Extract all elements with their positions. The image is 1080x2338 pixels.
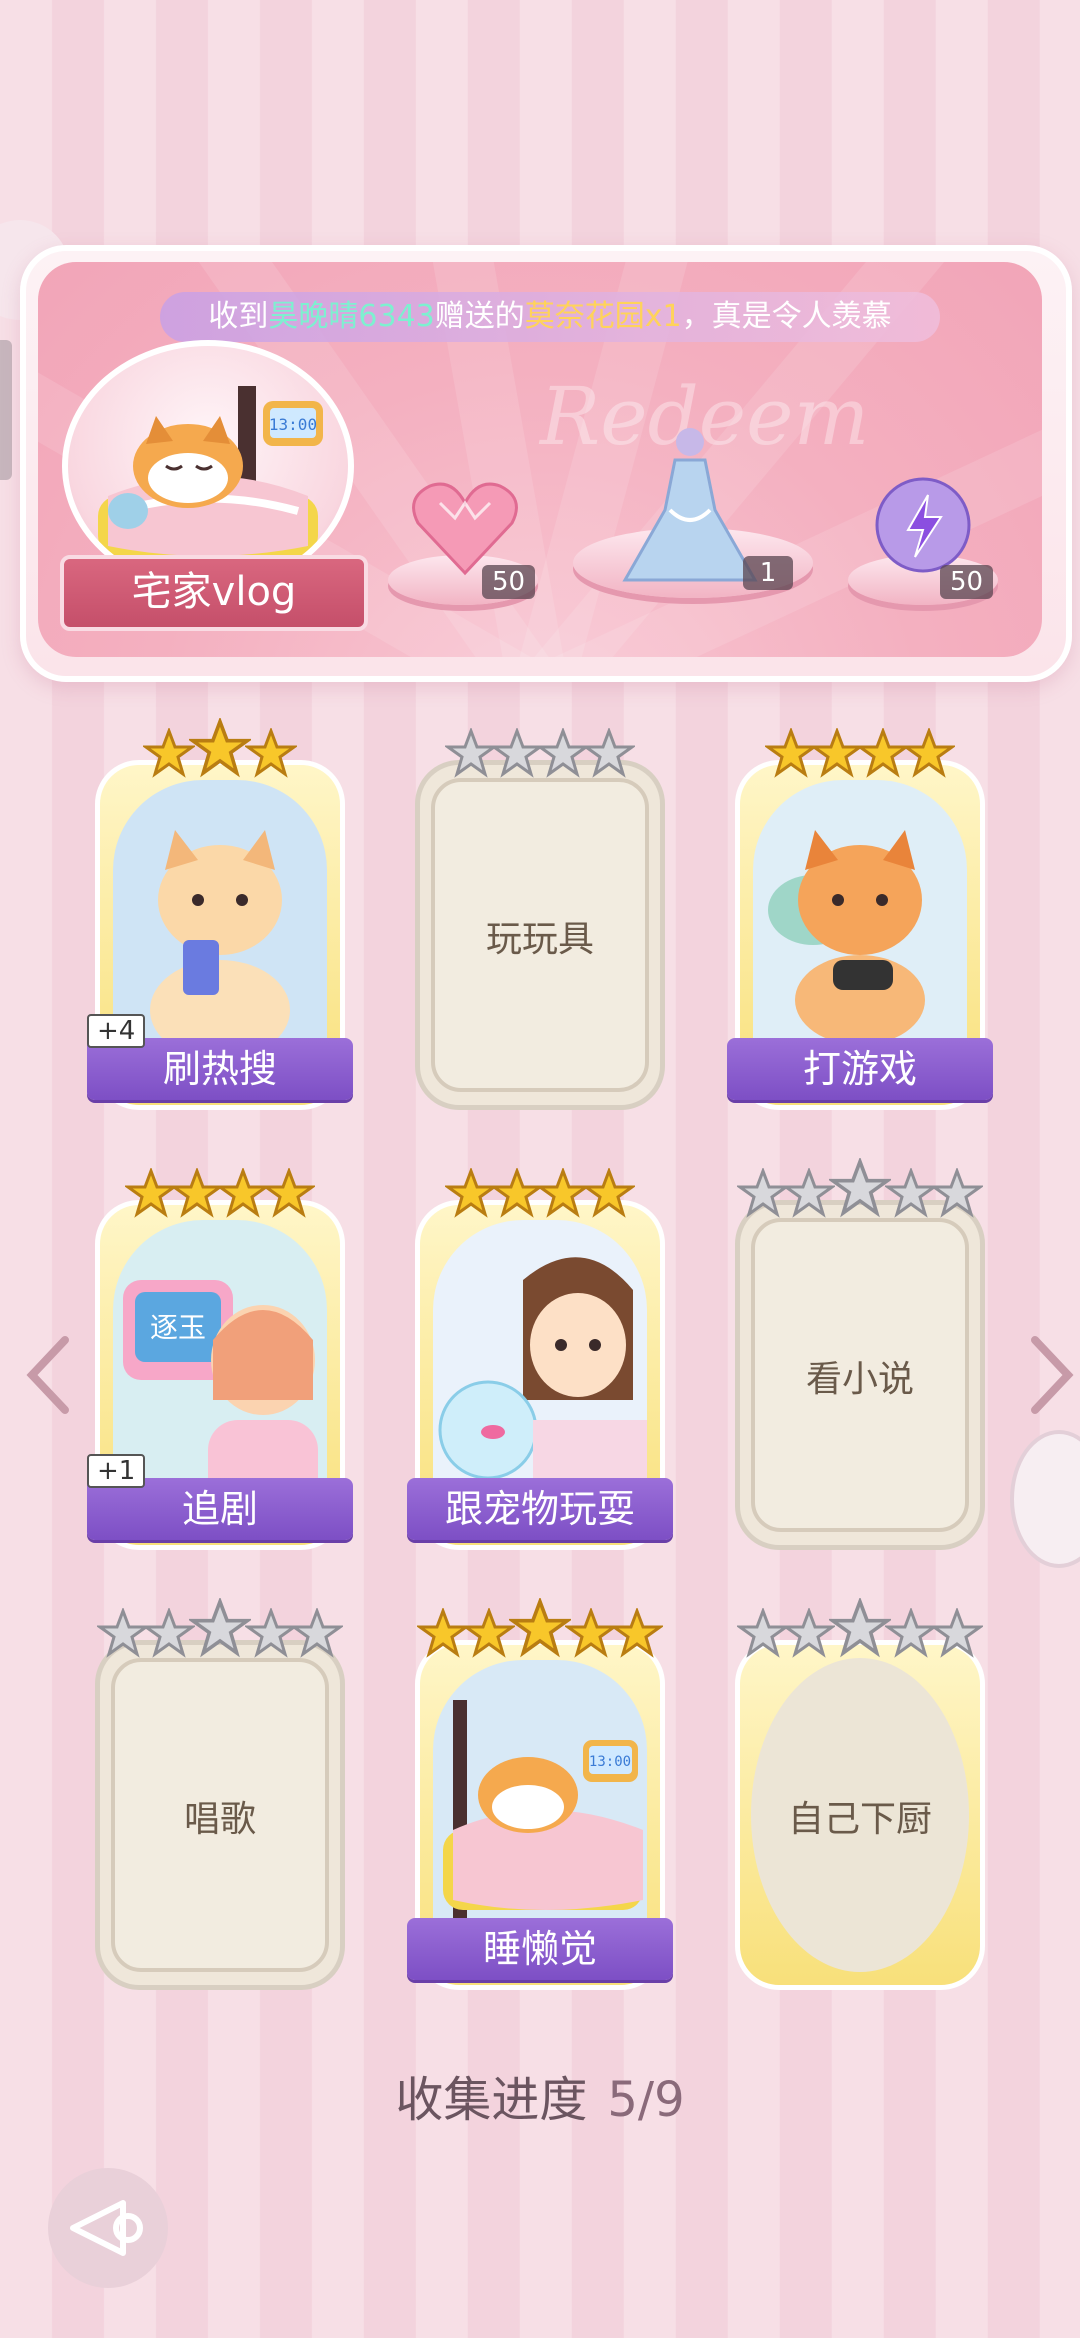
activity-card[interactable]: 自己下厨 [735,1598,985,1990]
star-empty-icon [829,1158,891,1218]
progress-value: 5/9 [607,2072,685,2128]
card-label-ribbon: 打游戏 [727,1038,993,1100]
card-locked-label: 自己下厨 [787,1799,932,1840]
card-locked-label: 唱歌 [183,1799,256,1840]
card-bonus-badge: +1 [87,1454,146,1488]
star-empty-icon [931,1608,983,1658]
star-empty-icon [189,1598,251,1658]
card-locked-label: 玩玩具 [485,919,594,960]
ticker-user: 昊晚晴6343 [268,299,435,334]
reward-count-3: 50 [940,565,994,599]
star-empty-icon [583,728,635,778]
back-arrow-icon [70,2200,143,2256]
card-locked-label: 看小说 [805,1359,914,1400]
star-filled-icon [537,1168,589,1218]
star-empty-icon [97,1608,149,1658]
card-star-rating [735,720,985,780]
card-star-rating [95,718,345,780]
star-empty-icon [783,1608,835,1658]
progress-label: 收集进度 [395,2072,588,2128]
star-empty-icon [829,1598,891,1658]
star-empty-icon [445,728,497,778]
card-star-rating [415,720,665,780]
reward-count-2: 1 [743,556,793,590]
star-filled-icon [171,1168,223,1218]
ticker-gift: 莫奈花园x1 [524,299,682,334]
activity-card[interactable]: 打游戏 [727,728,993,1110]
star-filled-icon [463,1608,515,1658]
star-empty-icon [491,728,543,778]
activity-card[interactable]: 看小说 [735,1158,985,1550]
star-filled-icon [565,1608,617,1658]
star-empty-icon [245,1608,297,1658]
star-filled-icon [857,728,909,778]
sleeping-dog-icon: 13:00 [98,386,323,556]
card-star-rating [415,1598,665,1660]
star-filled-icon [811,728,863,778]
card-star-rating [95,1160,345,1220]
star-filled-icon [217,1168,269,1218]
svg-text:13:00: 13:00 [269,415,317,434]
star-filled-icon [445,1168,497,1218]
star-empty-icon [537,728,589,778]
next-page-arrow-icon[interactable] [1020,1330,1080,1420]
activity-card[interactable]: 13:00 睡懒觉 [407,1598,673,1990]
star-filled-icon [263,1168,315,1218]
theme-title: 宅家vlog [60,555,368,631]
side-float-button[interactable] [1010,1430,1080,1568]
activity-card[interactable]: 逐玉 追剧 +1 [87,1168,353,1550]
star-filled-icon [125,1168,177,1218]
card-star-rating [735,1598,985,1660]
star-filled-icon [509,1598,571,1658]
star-empty-icon [885,1168,937,1218]
star-empty-icon [291,1608,343,1658]
star-filled-icon [417,1608,469,1658]
star-empty-icon [931,1168,983,1218]
star-empty-icon [737,1168,789,1218]
card-bonus-badge: +4 [87,1014,146,1048]
activity-card[interactable]: 刷热搜 +4 [87,718,353,1110]
pink-heart-gem-icon[interactable] [410,478,520,578]
svg-text:逐玉: 逐玉 [150,1311,206,1344]
prev-page-arrow-icon[interactable] [20,1330,80,1420]
star-empty-icon [143,1608,195,1658]
side-tab-handle[interactable] [0,340,12,480]
card-star-rating [95,1598,345,1660]
energy-orb-icon[interactable] [873,475,973,575]
star-empty-icon [783,1168,835,1218]
card-star-rating [415,1160,665,1220]
star-empty-icon [885,1608,937,1658]
card-star-rating [735,1158,985,1220]
star-filled-icon [143,728,195,778]
gift-ticker: 收到昊晚晴6343赠送的莫奈花园x1，真是令人羡慕 [160,292,940,342]
reward-count-1: 50 [482,565,536,599]
back-button[interactable] [48,2168,168,2288]
activity-card[interactable]: 玩玩具 [415,728,665,1110]
card-label-ribbon: 睡懒觉 [407,1918,673,1980]
star-filled-icon [765,728,817,778]
card-illustration [433,1220,647,1520]
activity-card[interactable]: 跟宠物玩耍 [407,1168,673,1550]
card-illustration: 13:00 [433,1660,647,1960]
star-filled-icon [611,1608,663,1658]
star-filled-icon [583,1168,635,1218]
star-empty-icon [737,1608,789,1658]
activity-card[interactable]: 唱歌 [95,1598,345,1990]
svg-text:13:00: 13:00 [589,1754,631,1770]
star-filled-icon [903,728,955,778]
card-illustration [113,780,327,1080]
collection-progress: 收集进度 5/9 [0,2060,1080,2130]
card-illustration [753,780,967,1080]
star-filled-icon [245,728,297,778]
star-filled-icon [491,1168,543,1218]
card-label-ribbon: 跟宠物玩耍 [407,1478,673,1540]
card-illustration: 逐玉 [113,1220,327,1520]
star-filled-icon [189,718,251,778]
